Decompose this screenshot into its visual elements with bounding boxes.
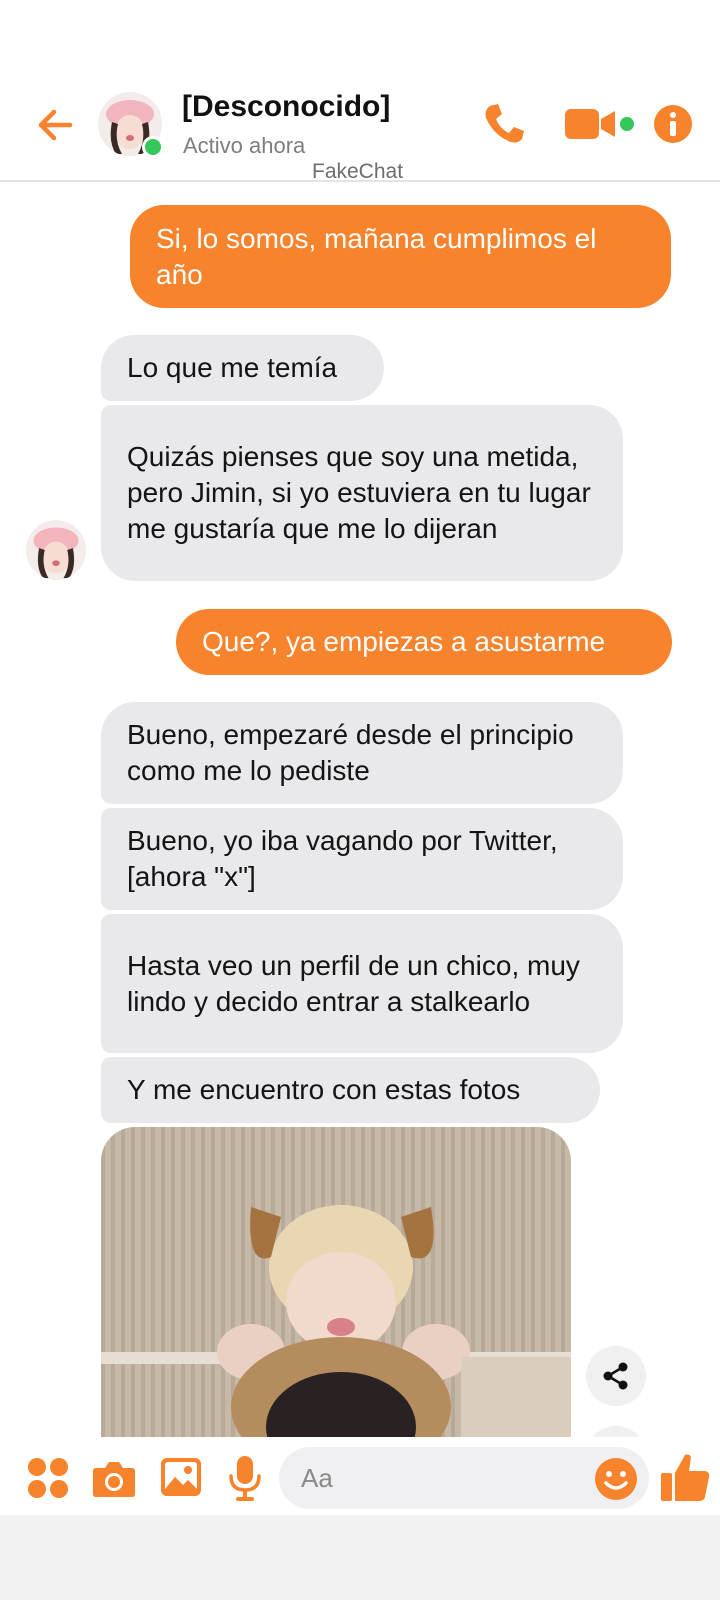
message-incoming[interactable]: Bueno, empezaré desde el principio como … — [101, 702, 623, 804]
watermark: FakeChat — [312, 160, 404, 183]
message-incoming[interactable]: Hasta veo un perfil de un chico, muy lin… — [101, 914, 623, 1053]
message-incoming[interactable]: Lo que me temía — [101, 335, 384, 401]
info-icon[interactable] — [653, 104, 693, 144]
chat-header: [Desconocido] Activo ahora FakeChat — [0, 0, 720, 183]
message-incoming[interactable]: Quizás pienses que soy una metida, pero … — [101, 405, 623, 581]
camera-icon[interactable] — [92, 1458, 136, 1498]
share-icon — [603, 1362, 628, 1390]
contact-name[interactable]: [Desconocido] — [182, 90, 390, 124]
sender-avatar[interactable] — [26, 520, 86, 580]
message-incoming[interactable]: Y me encuentro con estas fotos — [101, 1057, 600, 1123]
phone-icon[interactable] — [480, 100, 528, 148]
gallery-icon[interactable] — [160, 1457, 202, 1497]
video-online-indicator — [620, 117, 634, 131]
back-arrow-icon[interactable] — [30, 100, 80, 150]
message-outgoing[interactable]: Si, lo somos, mañana cumplimos el año — [130, 205, 671, 308]
microphone-icon[interactable] — [228, 1455, 262, 1501]
message-input[interactable] — [301, 1447, 571, 1509]
system-navigation-bar — [0, 1515, 720, 1600]
thumbs-up-icon[interactable] — [659, 1451, 711, 1503]
photo-message[interactable] — [101, 1127, 571, 1437]
message-incoming[interactable]: Bueno, yo iba vagando por Twitter, [ahor… — [101, 808, 623, 910]
avatar-image — [26, 520, 86, 580]
contact-avatar[interactable] — [98, 92, 164, 158]
video-camera-icon[interactable] — [565, 105, 617, 143]
contact-status: Activo ahora — [183, 133, 306, 158]
apps-icon[interactable] — [27, 1457, 69, 1499]
message-outgoing[interactable]: Que?, ya empiezas a asustarme — [176, 609, 672, 675]
online-indicator — [142, 136, 164, 158]
emoji-icon[interactable] — [594, 1457, 638, 1501]
photo-image — [101, 1127, 571, 1437]
share-button[interactable] — [586, 1346, 646, 1406]
